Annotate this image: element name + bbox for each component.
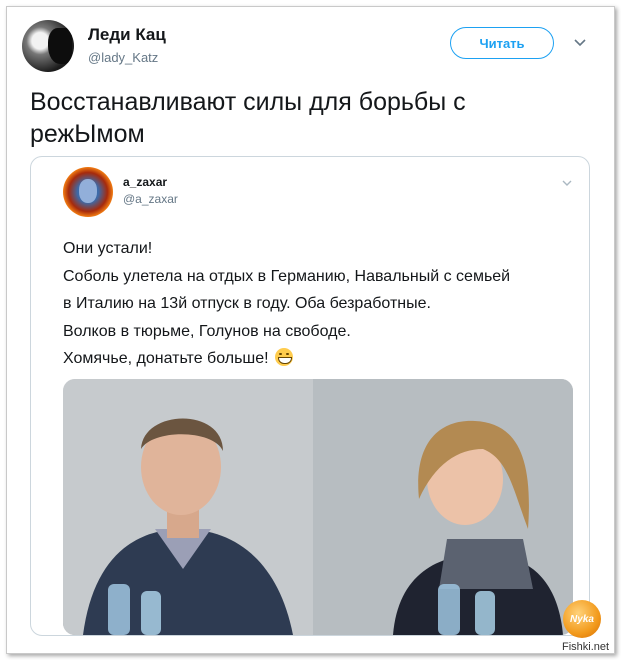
quoted-text-line: Хомячье, донатьте больше! [63, 345, 573, 373]
tweet-text-line: режЫмом [30, 120, 145, 148]
quoted-author-name[interactable]: a_zaxar [123, 175, 167, 189]
tweet-text: Восстанавливают силы для борьбы с режЫмо… [30, 86, 590, 150]
watermark-logo: Nyka [563, 600, 601, 638]
author-handle[interactable]: @lady_Katz [88, 50, 158, 65]
grinning-face-icon [275, 348, 294, 367]
quoted-text-line: Соболь улетела на отдых в Германию, Нава… [63, 267, 511, 285]
follow-button[interactable]: Читать [450, 27, 554, 59]
watermark-site: Fishki.net [562, 641, 610, 653]
quoted-text-line-4: Хомячье, донатьте больше! [63, 350, 269, 368]
quoted-text-line: в Италию на 13й отпуск в году. Оба безра… [63, 295, 431, 313]
tweet-text-line: Восстанавливают силы для борьбы с [30, 88, 466, 116]
author-avatar[interactable] [22, 20, 74, 72]
author-name[interactable]: Леди Кац [88, 25, 166, 45]
tweet-photo[interactable] [63, 379, 573, 635]
quoted-text-line: Они устали! [63, 240, 153, 257]
quoted-tweet[interactable]: a_zaxar @a_zaxar Они устали! Соболь улет… [30, 156, 590, 636]
quoted-text-line: Волков в тюрьме, Голунов на свободе. [63, 322, 351, 340]
quoted-author-avatar[interactable] [63, 167, 113, 217]
chevron-down-icon[interactable] [561, 177, 573, 189]
quoted-author-handle[interactable]: @a_zaxar [123, 192, 178, 206]
photo-illustration [63, 379, 573, 635]
tweet-header: Леди Кац @lady_Katz Читать [22, 20, 602, 72]
quoted-tweet-text: Они устали! Соболь улетела на отдых в Ге… [63, 235, 573, 373]
chevron-down-icon[interactable] [572, 34, 588, 50]
